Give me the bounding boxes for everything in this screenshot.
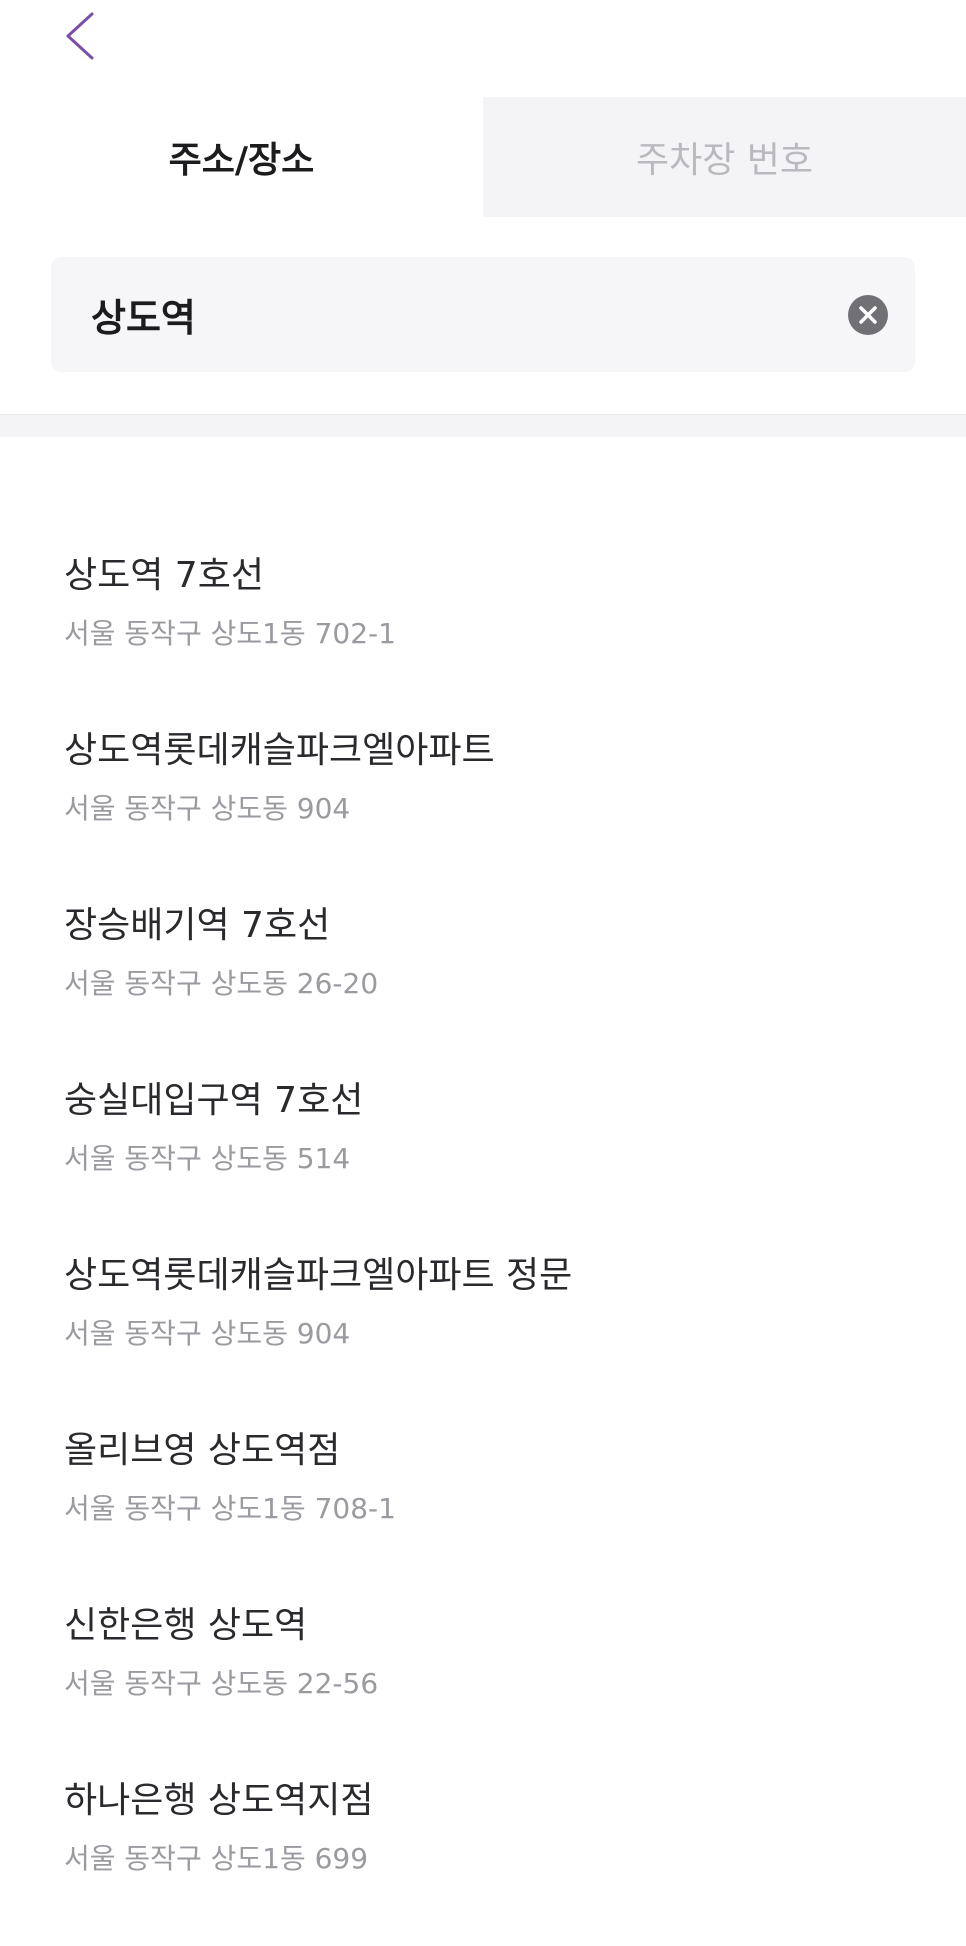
result-item[interactable]: 상도역롯데캐슬파크엘아파트 서울 동작구 상도동 904 — [0, 721, 966, 896]
result-name: 신한은행 상도역 — [64, 1605, 308, 1646]
result-name: 상도역 7호선 — [64, 555, 264, 596]
result-address: 서울 동작구 상도1동 702-1 — [64, 617, 396, 650]
result-item[interactable]: 하나은행 상도역지점 서울 동작구 상도1동 699 — [0, 1771, 966, 1946]
result-name: 올리브영 상도역점 — [64, 1430, 341, 1471]
result-address: 서울 동작구 상도1동 708-1 — [64, 1492, 396, 1525]
result-name: 상도역롯데캐슬파크엘아파트 — [64, 730, 495, 771]
result-address: 서울 동작구 상도동 514 — [64, 1142, 351, 1175]
tab-bar: 주소/장소 주차장 번호 — [0, 97, 966, 217]
result-name: 장승배기역 7호선 — [64, 905, 331, 946]
result-name: 상도역롯데캐슬파크엘아파트 정문 — [64, 1255, 573, 1296]
result-address: 서울 동작구 상도동 26-20 — [64, 967, 379, 1000]
result-address: 서울 동작구 상도동 22-56 — [64, 1667, 379, 1700]
search-box — [51, 257, 915, 372]
tab-parking-number[interactable]: 주차장 번호 — [483, 97, 966, 217]
chevron-left-icon — [66, 12, 94, 60]
search-input[interactable] — [91, 257, 791, 372]
result-address: 서울 동작구 상도1동 699 — [64, 1842, 369, 1875]
section-divider — [0, 414, 966, 437]
result-item[interactable]: 상도역 7호선 서울 동작구 상도1동 702-1 — [0, 546, 966, 721]
result-address: 서울 동작구 상도동 904 — [64, 792, 351, 825]
result-item[interactable]: 숭실대입구역 7호선 서울 동작구 상도동 514 — [0, 1071, 966, 1246]
result-address: 서울 동작구 상도동 904 — [64, 1317, 351, 1350]
result-name: 하나은행 상도역지점 — [64, 1780, 374, 1821]
clear-circle-x-icon — [859, 306, 877, 324]
back-button[interactable] — [52, 6, 112, 66]
clear-button[interactable] — [848, 295, 888, 335]
result-name: 숭실대입구역 7호선 — [64, 1080, 364, 1121]
tab-address-place[interactable]: 주소/장소 — [0, 97, 483, 217]
result-item[interactable]: 장승배기역 7호선 서울 동작구 상도동 26-20 — [0, 896, 966, 1071]
result-item[interactable]: 올리브영 상도역점 서울 동작구 상도1동 708-1 — [0, 1421, 966, 1596]
result-item[interactable]: 상도역롯데캐슬파크엘아파트 정문 서울 동작구 상도동 904 — [0, 1246, 966, 1421]
result-item[interactable]: 신한은행 상도역 서울 동작구 상도동 22-56 — [0, 1596, 966, 1771]
